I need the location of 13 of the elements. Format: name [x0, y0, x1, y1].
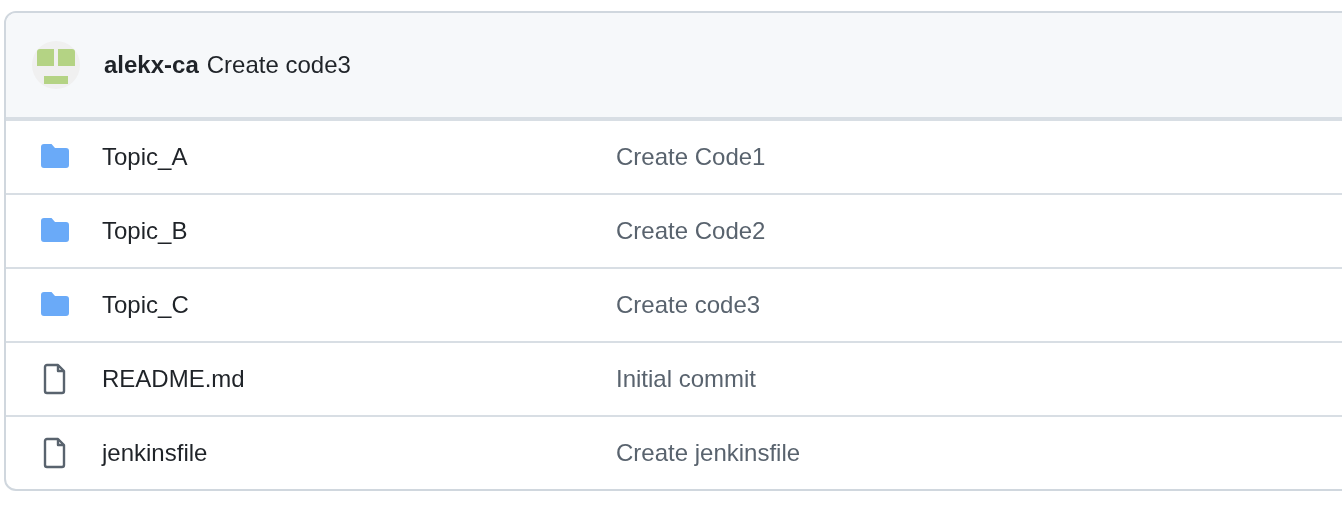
file-name[interactable]: Topic_A	[102, 143, 616, 171]
file-name[interactable]: Topic_C	[102, 291, 616, 319]
file-name[interactable]: Topic_B	[102, 217, 616, 245]
avatar-icon[interactable]	[32, 41, 80, 89]
commit-message[interactable]: Create code3	[206, 51, 351, 79]
commit-author[interactable]: alekx-ca	[104, 51, 199, 79]
commit-message[interactable]: Create jenkinsfile	[616, 439, 801, 467]
commit-message[interactable]: Create Code2	[616, 217, 766, 245]
commit-message[interactable]: Create code3	[616, 291, 761, 319]
commit-message[interactable]: Create Code1	[616, 143, 766, 171]
file-name[interactable]: README.md	[102, 365, 616, 393]
file-name[interactable]: jenkinsfile	[102, 439, 616, 467]
commit-message[interactable]: Initial commit	[616, 365, 757, 393]
